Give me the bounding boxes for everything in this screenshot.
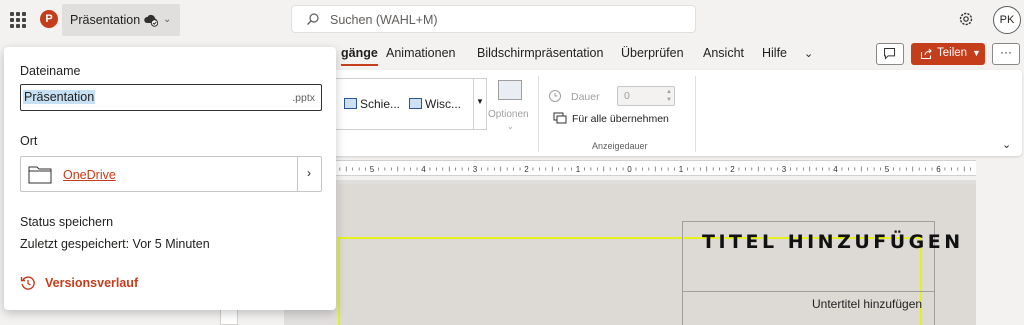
location-label: Ort (20, 134, 38, 148)
document-title-button[interactable]: Präsentation ⌄ (62, 4, 180, 36)
spin-arrows-icon[interactable]: ▲ ▼ (666, 88, 672, 104)
title-bar: P Präsentation ⌄ Suchen (WAHL+M) PK (0, 0, 1024, 40)
chevron-right-icon[interactable]: › (307, 166, 311, 180)
slide-subtitle[interactable]: Untertitel hinzufügen (812, 297, 922, 311)
apply-to-all-button[interactable]: Für alle übernehmen (572, 113, 669, 125)
ruler-label: 6 (936, 165, 941, 174)
comment-icon (884, 48, 896, 60)
share-button[interactable]: Teilen ▼ (911, 43, 985, 65)
chevron-down-icon: ⌄ (163, 14, 172, 25)
ruler-label: 4 (421, 165, 426, 174)
duration-label: Dauer (571, 91, 600, 103)
ruler-label: 5 (885, 165, 890, 174)
ruler-label: 2 (730, 165, 735, 174)
tab-review[interactable]: Überprüfen (621, 46, 684, 60)
folder-icon (28, 166, 52, 184)
version-history-link[interactable]: Versionsverlauf (45, 276, 138, 290)
tab-slideshow[interactable]: Bildschirmpräsentation (477, 46, 603, 60)
transition-push[interactable]: Schie... (344, 97, 400, 111)
effect-options-icon (498, 80, 522, 100)
location-link[interactable]: OneDrive (63, 168, 116, 182)
horizontal-ruler: 5 4 3 2 1 0 1 2 3 4 5 6 (336, 160, 976, 176)
duration-stepper[interactable]: 0 ▲ ▼ (617, 86, 675, 106)
ruler-label: 0 (627, 165, 632, 174)
save-status-label: Status speichern (20, 215, 114, 229)
document-title: Präsentation (70, 13, 141, 27)
search-box[interactable]: Suchen (WAHL+M) (291, 5, 696, 33)
divider (538, 76, 539, 152)
history-icon (20, 276, 35, 290)
divider (297, 157, 298, 191)
location-row[interactable]: OneDrive › (20, 156, 322, 192)
ruler-label: 3 (782, 165, 787, 174)
chevron-down-icon: ⌄ (507, 122, 514, 131)
placeholder-divider (682, 291, 935, 292)
filename-extension: .pptx (292, 92, 315, 104)
save-status-value: Zuletzt gespeichert: Vor 5 Minuten (20, 237, 210, 251)
settings-gear-icon[interactable] (957, 10, 975, 28)
tab-animations[interactable]: Animationen (386, 46, 456, 60)
search-input[interactable]: Suchen (WAHL+M) (330, 13, 438, 27)
effect-options-label: Optionen (488, 109, 529, 120)
tab-transitions[interactable]: gänge (341, 46, 378, 66)
ruler-label: 2 (524, 165, 529, 174)
collapse-ribbon-chevron-icon[interactable]: ⌄ (1002, 138, 1011, 151)
ribbon-panel: Schie... Wisc... ▼ Optionen ⌄ Dauer 0 ▲ ▼… (300, 70, 1022, 156)
ruler-label: 4 (833, 165, 838, 174)
filename-value[interactable]: Präsentation (23, 90, 96, 104)
divider (695, 76, 696, 152)
ruler-label: 1 (679, 165, 684, 174)
share-label: Teilen (937, 47, 968, 59)
filename-field[interactable]: Präsentation .pptx (20, 84, 322, 111)
filename-label: Dateiname (20, 64, 81, 78)
more-tabs-chevron-icon[interactable]: ⌄ (804, 47, 813, 60)
transition-thumbnail-icon (409, 98, 422, 109)
avatar[interactable]: PK (993, 6, 1021, 34)
transition-thumbnail-icon (344, 98, 357, 109)
ruler-label: 5 (370, 165, 375, 174)
ruler-label: 3 (473, 165, 478, 174)
saved-to-cloud-icon (144, 14, 158, 27)
share-icon (920, 48, 932, 60)
powerpoint-icon: P (40, 10, 58, 28)
timing-group-label: Anzeigedauer (592, 141, 648, 151)
tab-help[interactable]: Hilfe (762, 46, 787, 60)
file-info-panel: Dateiname Präsentation .pptx Ort OneDriv… (4, 47, 336, 310)
gallery-expand-chevron-icon[interactable]: ▼ (473, 78, 487, 130)
search-icon (307, 13, 319, 25)
slide-title[interactable]: TITEL HINZUFÜGEN (702, 231, 964, 253)
clock-icon (549, 90, 561, 102)
more-options-button[interactable]: ··· (992, 43, 1020, 65)
apply-all-icon (553, 112, 567, 124)
tab-view[interactable]: Ansicht (703, 46, 744, 60)
transition-gallery: Schie... Wisc... (335, 78, 487, 130)
chevron-down-icon: ▼ (972, 48, 981, 58)
transition-wipe[interactable]: Wisc... (409, 97, 461, 111)
comments-button[interactable] (876, 43, 904, 65)
ruler-label: 1 (576, 165, 581, 174)
app-launcher-icon[interactable] (10, 12, 26, 28)
